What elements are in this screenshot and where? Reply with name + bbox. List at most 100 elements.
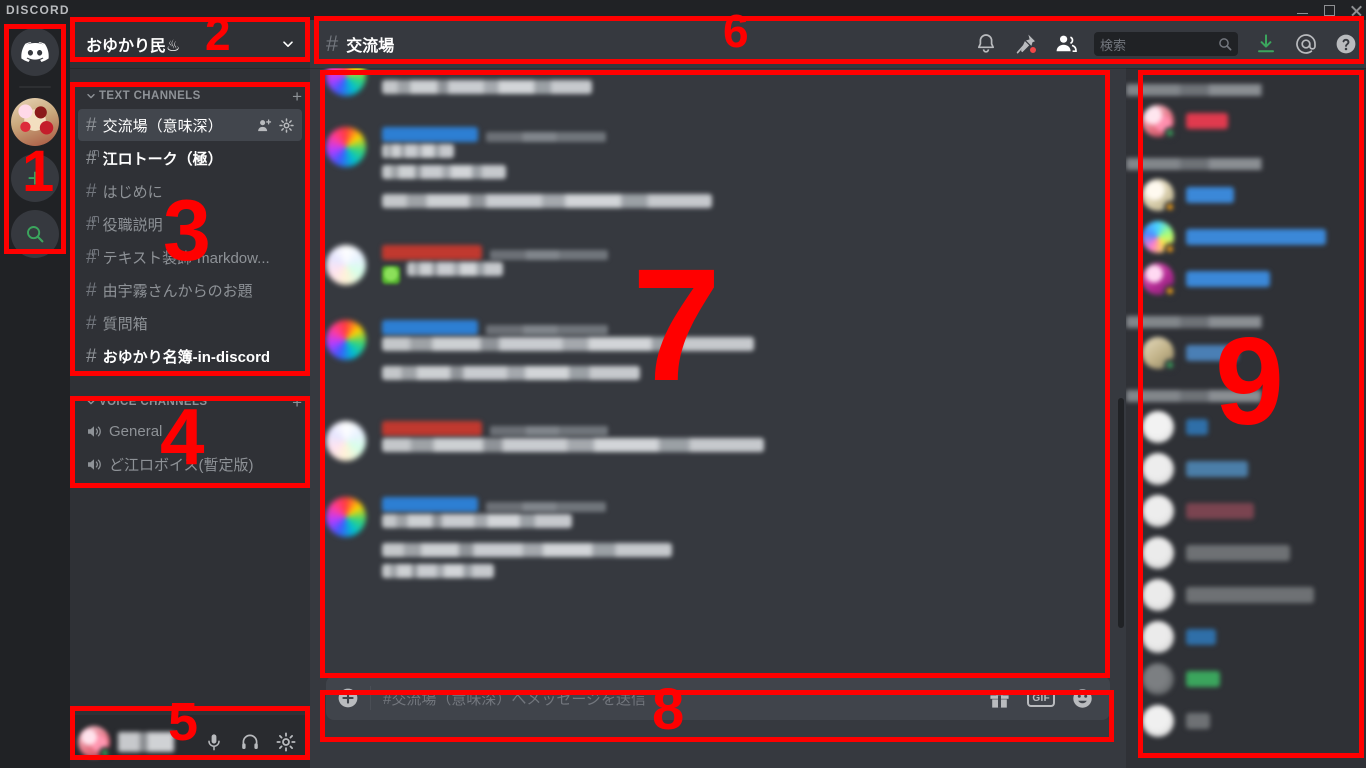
list-item[interactable] xyxy=(1126,574,1366,616)
channel-label: 交流場（意味深） xyxy=(102,117,223,135)
list-item[interactable] xyxy=(1126,448,1366,490)
message-text xyxy=(382,366,640,380)
composer-actions: GIF xyxy=(988,687,1094,710)
channel-actions xyxy=(257,117,294,133)
voice-channel-item-general[interactable]: General xyxy=(78,415,302,447)
list-item[interactable] xyxy=(1126,100,1366,142)
search-input[interactable]: 検索 xyxy=(1094,32,1238,56)
pinned-messages-button[interactable] xyxy=(1014,32,1038,56)
list-item[interactable] xyxy=(1126,700,1366,742)
at-mention-icon xyxy=(1296,34,1316,54)
minimize-button[interactable] xyxy=(1297,7,1308,14)
category-header-voice-channels[interactable]: VOICE CHANNELS + xyxy=(70,390,310,414)
member-name xyxy=(1186,187,1234,203)
search-icon xyxy=(1219,38,1232,51)
create-voice-channel-button[interactable]: + xyxy=(292,394,302,411)
message-author[interactable] xyxy=(382,127,478,142)
add-server-button[interactable]: + xyxy=(11,154,59,202)
message-list-inner xyxy=(310,68,1126,587)
maximize-button[interactable] xyxy=(1324,4,1335,16)
help-button[interactable] xyxy=(1334,32,1358,56)
emoji-smiley-icon[interactable] xyxy=(1071,687,1094,710)
member-name xyxy=(1186,713,1210,729)
channel-item-shitsumonbako[interactable]: # 質問箱 xyxy=(78,307,302,339)
close-button[interactable] xyxy=(1351,5,1362,16)
member-list[interactable] xyxy=(1126,68,1366,768)
gear-icon[interactable] xyxy=(279,117,294,133)
member-group-header xyxy=(1126,316,1366,328)
list-item[interactable] xyxy=(1126,174,1366,216)
message-input[interactable]: #交流場（意味深）へメッセージを送信 xyxy=(371,688,988,709)
add-member-icon[interactable] xyxy=(257,118,272,133)
category-header-text-channels[interactable]: TEXT CHANNELS + xyxy=(70,84,310,108)
message-text-run xyxy=(407,262,504,276)
message-author[interactable] xyxy=(382,421,482,436)
message-author[interactable] xyxy=(382,245,482,260)
user-settings-button[interactable] xyxy=(270,726,302,758)
message-text xyxy=(382,564,494,578)
list-item[interactable] xyxy=(1126,406,1366,448)
channel-scroll-area[interactable]: TEXT CHANNELS + # 交流場（意味深） # 江ロトーク（極） # … xyxy=(70,68,310,715)
question-help-icon xyxy=(1336,34,1356,54)
status-badge xyxy=(1164,127,1176,139)
list-item[interactable] xyxy=(1126,658,1366,700)
inbox-button[interactable] xyxy=(1254,32,1278,56)
avatar[interactable] xyxy=(326,421,366,461)
message-scrollbar[interactable] xyxy=(1118,398,1124,628)
message-text xyxy=(382,543,672,557)
message-list[interactable] xyxy=(310,68,1126,688)
avatar[interactable] xyxy=(326,497,366,537)
avatar xyxy=(1142,221,1176,255)
explore-servers-button[interactable] xyxy=(11,210,59,258)
avatar xyxy=(1142,337,1176,371)
channel-item-hajimeni[interactable]: # はじめに xyxy=(78,175,302,207)
message-row xyxy=(310,318,1118,389)
channel-item-erotalk[interactable]: # 江ロトーク（極） xyxy=(78,142,302,174)
avatar[interactable] xyxy=(326,245,366,285)
list-item[interactable] xyxy=(1126,532,1366,574)
list-item[interactable] xyxy=(1126,616,1366,658)
list-item[interactable] xyxy=(1126,216,1366,258)
channel-item-yuugiri-odai[interactable]: # 由宇霧さんからのお題 xyxy=(78,274,302,306)
server-icon[interactable] xyxy=(11,98,59,146)
channel-item-oyukari-meibo[interactable]: # おゆかり名簿-in-discord xyxy=(78,340,302,372)
channel-item-kouryuujou[interactable]: # 交流場（意味深） xyxy=(78,109,302,141)
guild-header-dropdown[interactable]: おゆかり民♨ xyxy=(70,20,310,68)
message-author[interactable] xyxy=(382,320,478,335)
notifications-button[interactable] xyxy=(974,32,998,56)
main-content: # 交流場 検索 #交流場（意味深）へメッセージを送信 GIF xyxy=(310,20,1366,768)
microphone-icon xyxy=(208,733,220,750)
avatar[interactable] xyxy=(326,127,366,167)
channel-label: 役職説明 xyxy=(102,216,163,234)
status-badge xyxy=(99,746,111,759)
message-body xyxy=(382,245,1102,286)
composer-area: #交流場（意味深）へメッセージを送信 GIF xyxy=(310,668,1126,768)
gif-button[interactable]: GIF xyxy=(1027,689,1055,707)
channel-label: おゆかり名簿-in-discord xyxy=(102,348,271,366)
avatar[interactable] xyxy=(326,68,366,96)
hash-icon: # xyxy=(86,279,97,301)
hash-icon: # xyxy=(86,180,97,202)
member-name xyxy=(1186,229,1326,245)
member-list-toggle[interactable] xyxy=(1054,32,1078,56)
message-author[interactable] xyxy=(382,497,478,512)
create-text-channel-button[interactable]: + xyxy=(292,88,302,105)
voice-channel-item-doero-voice[interactable]: ど江ロボイス(暫定版) xyxy=(78,448,302,480)
channel-item-text-soushoku-markdown[interactable]: # テキスト装飾-markdow... xyxy=(78,241,302,273)
gift-icon[interactable] xyxy=(988,687,1011,710)
message-text xyxy=(382,514,572,528)
mute-microphone-button[interactable] xyxy=(198,726,230,758)
mentions-button[interactable] xyxy=(1294,32,1318,56)
list-item[interactable] xyxy=(1126,332,1366,374)
channel-item-yakushoku-setsumei[interactable]: # 役職説明 xyxy=(78,208,302,240)
deafen-button[interactable] xyxy=(234,726,266,758)
home-button[interactable] xyxy=(11,28,59,76)
message-composer[interactable]: #交流場（意味深）へメッセージを送信 GIF xyxy=(326,676,1110,720)
pin-unread-badge xyxy=(1029,46,1037,54)
avatar[interactable] xyxy=(78,725,111,759)
upload-attachment-button[interactable] xyxy=(326,676,370,720)
list-item[interactable] xyxy=(1126,490,1366,532)
avatar[interactable] xyxy=(326,320,366,360)
message-text xyxy=(382,194,712,208)
list-item[interactable] xyxy=(1126,258,1366,300)
